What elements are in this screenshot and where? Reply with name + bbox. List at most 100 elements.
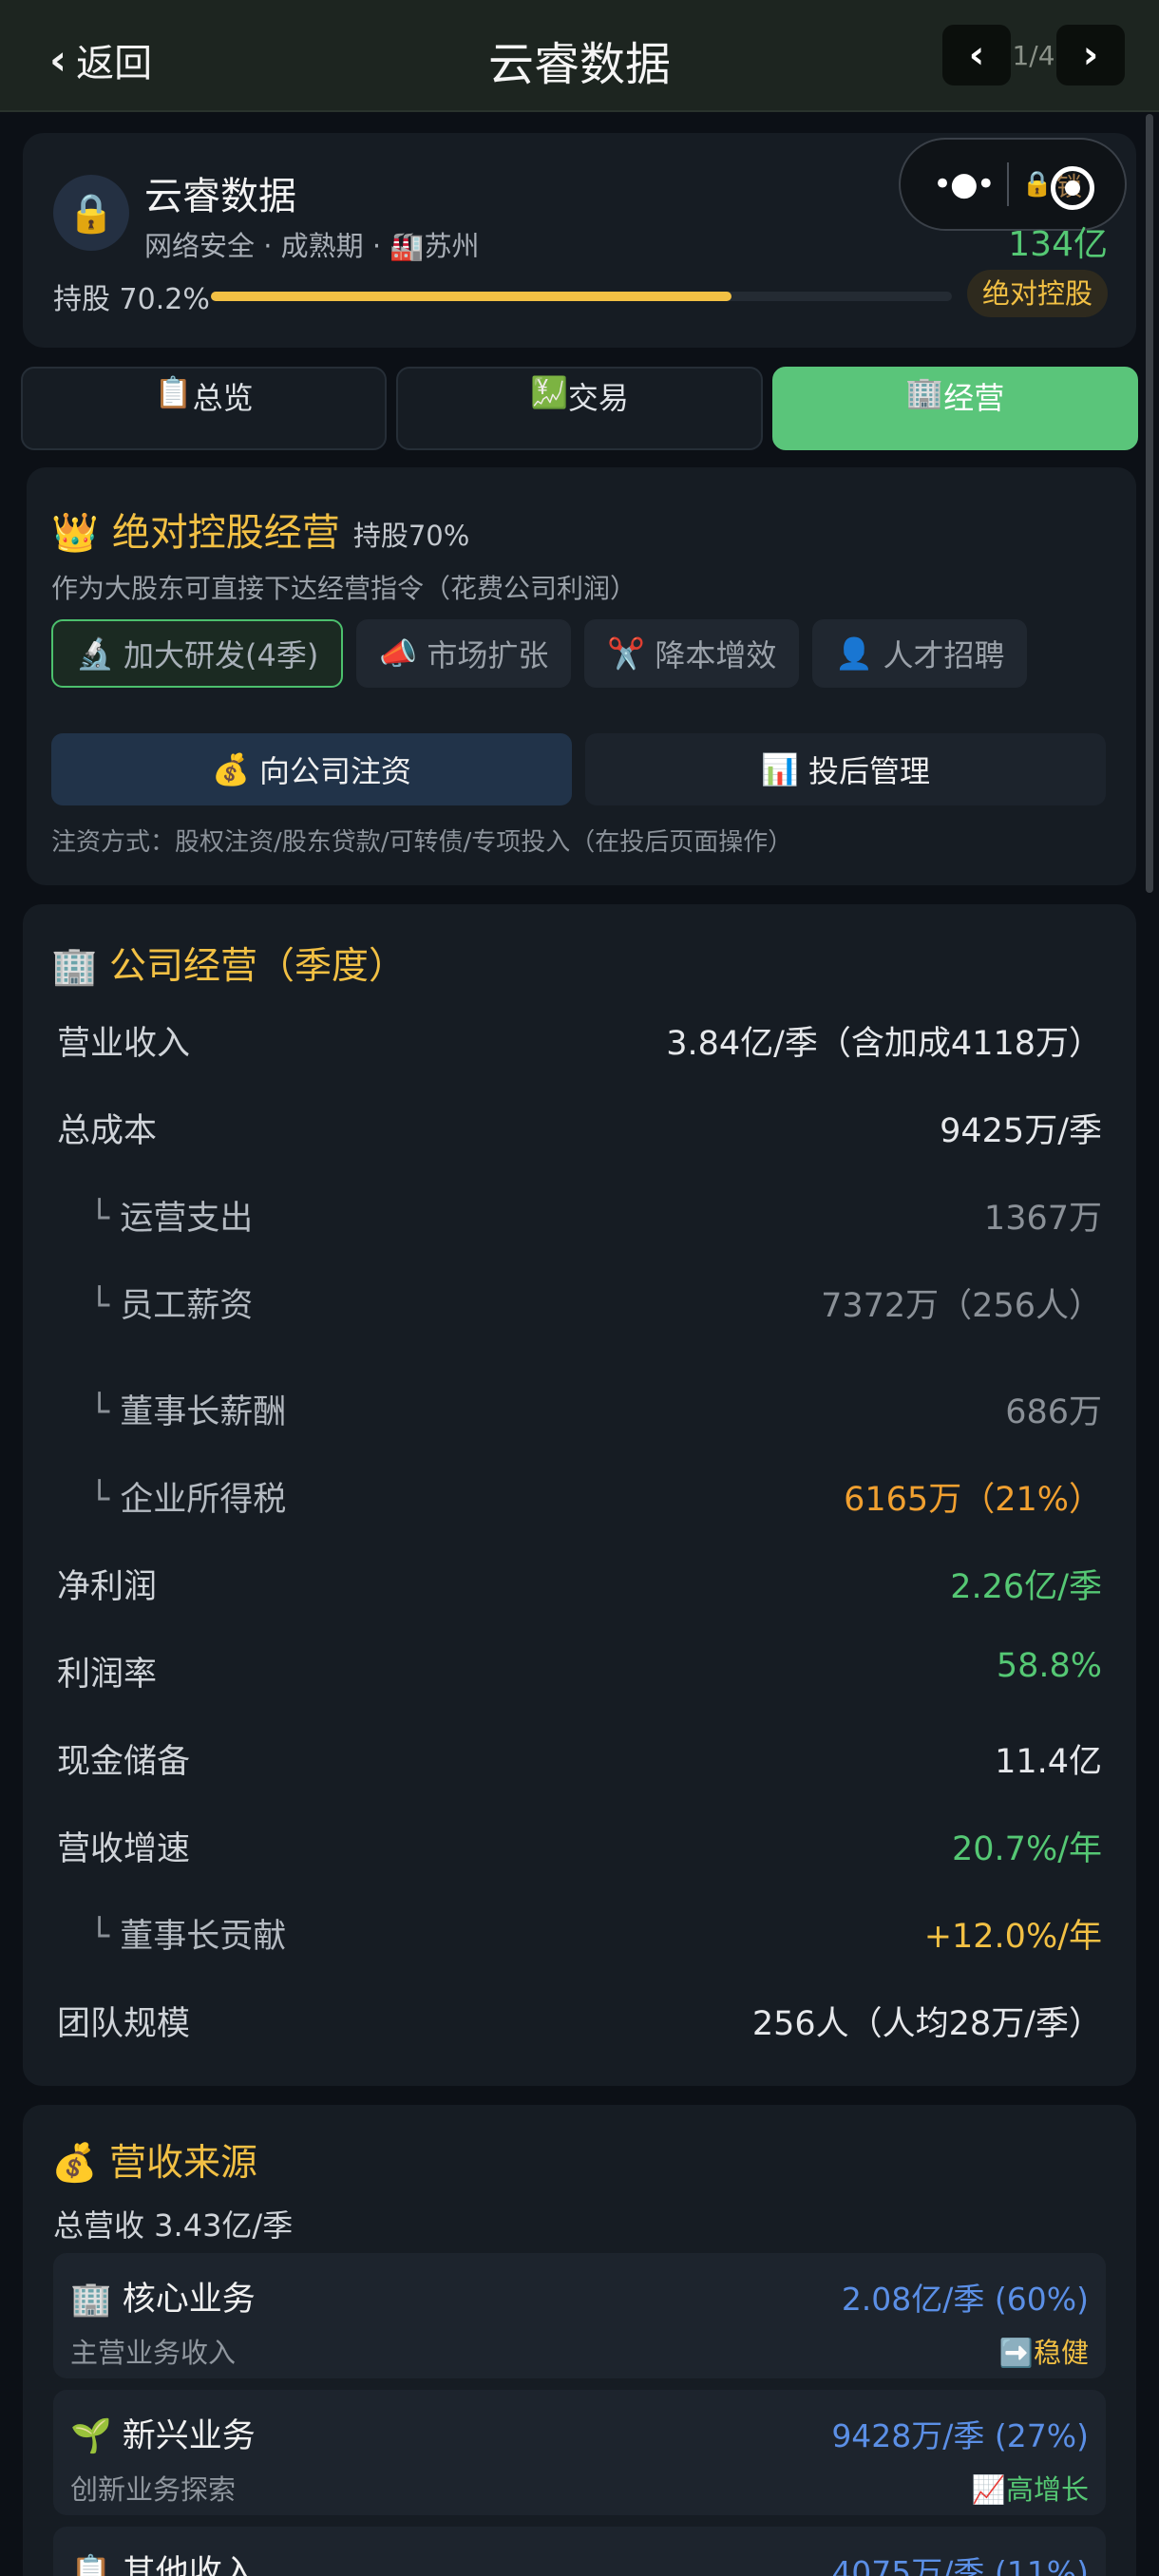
city-label: 苏州 [424, 230, 480, 262]
operations-description: 作为大股东可直接下达经营指令（花费公司利润） [51, 573, 637, 604]
source-name: 📋 其他收入 [70, 2546, 256, 2576]
office-building-icon: 🏢 [70, 2281, 112, 2319]
row-value: 9425万/季 [940, 1112, 1102, 1150]
row-value: 58.8% [996, 1647, 1102, 1685]
source-name-text: 核心业务 [122, 2281, 256, 2319]
bar-chart-icon: 📊 [760, 751, 799, 787]
action-cost-cut-button[interactable]: ✂️ 降本增效 [584, 619, 800, 688]
revenue-title-text: 营收来源 [108, 2142, 257, 2185]
revenue-sources-card: 💰 营收来源 总营收 3.43亿/季 🏢 核心业务 主营业务收入 2.08亿/季… [23, 2105, 1136, 2576]
row-label: 企业所得税 [57, 1472, 286, 1521]
capsule-divider [1006, 162, 1009, 206]
post-investment-label: 投后管理 [808, 753, 931, 789]
row-value: 256人（人均28万/季） [751, 2005, 1102, 2043]
lock-status-icon: 🔒 [1021, 170, 1054, 199]
tab-operations[interactable]: 🏢 经营 [771, 367, 1138, 450]
row-cash: 现金储备 11.4亿 [57, 1734, 1102, 1783]
row-value: 686万 [1005, 1393, 1102, 1431]
row-margin: 利润率 58.8% [57, 1647, 1102, 1695]
row-growth: 营收增速 20.7%/年 [57, 1822, 1102, 1870]
revenue-source-emerging[interactable]: 🌱 新兴业务 创新业务探索 9428万/季 (27%) 📈高增长 [53, 2390, 1106, 2515]
source-desc: 主营业务收入 [70, 2337, 237, 2369]
row-value: 11.4亿 [995, 1743, 1102, 1781]
operations-title-sub: 持股70% [352, 520, 470, 552]
row-value: 20.7%/年 [952, 1830, 1102, 1868]
source-desc: 创新业务探索 [70, 2473, 237, 2506]
row-label: 营收增速 [57, 1830, 191, 1868]
row-label: 现金储备 [57, 1743, 191, 1781]
row-label: 净利润 [57, 1568, 158, 1606]
source-name-text: 新兴业务 [122, 2417, 256, 2455]
holding-progress-fill [211, 292, 732, 301]
lock-icon: 🔒 [53, 175, 129, 251]
money-bag-icon: 💰 [211, 751, 250, 787]
office-building-icon: 🏢 [51, 945, 98, 988]
more-menu-icon[interactable]: •●• [933, 165, 996, 203]
person-icon: 👤 [835, 635, 874, 672]
clipboard-icon: 📋 [154, 374, 193, 410]
source-name: 🌱 新兴业务 [70, 2409, 256, 2457]
stage-label: 成熟期 [280, 230, 364, 262]
revenue-title: 💰 营收来源 [51, 2133, 257, 2187]
company-name: 云睿数据 [144, 175, 296, 218]
arrow-right-icon: ➡️ [998, 2337, 1034, 2369]
row-label: 运营支出 [57, 1191, 253, 1240]
row-net-profit: 净利润 2.26亿/季 [57, 1560, 1102, 1608]
valuation: 134亿 [1008, 225, 1108, 264]
row-revenue: 营业收入 3.84亿/季（含加成4118万） [57, 1016, 1102, 1065]
row-value: 2.26亿/季 [950, 1568, 1102, 1606]
source-tag: 📈高增长 [972, 2468, 1089, 2508]
trend-up-icon: 📈 [971, 2473, 1006, 2506]
source-tag-text: 高增长 [1005, 2473, 1089, 2506]
tab-bar: 📋 总览 💹 交易 🏢 经营 [21, 367, 1138, 450]
operations-title-text: 绝对控股经营 [111, 511, 340, 555]
inject-capital-label: 向公司注资 [259, 753, 412, 789]
row-label: 团队规模 [57, 2005, 191, 2043]
prev-company-button[interactable]: ‹ [942, 25, 1011, 85]
microscope-icon: 🔬 [76, 635, 114, 672]
row-label: 董事长薪酬 [57, 1385, 286, 1433]
capital-buttons: 💰 向公司注资 📊 投后管理 [51, 733, 1106, 805]
close-capsule-icon[interactable] [1051, 166, 1094, 210]
action-rnd-label: 加大研发(4季) [124, 637, 319, 673]
factory-icon: 🏭 [390, 230, 425, 262]
holding-label: 持股 70.2% [53, 283, 210, 316]
next-company-button[interactable]: › [1056, 25, 1125, 85]
tab-overview[interactable]: 📋 总览 [21, 367, 388, 450]
action-cost-cut-label: 降本增效 [655, 637, 777, 673]
row-income-tax: 企业所得税 6165万（21%） [57, 1472, 1102, 1521]
pager: ‹ 1/4 › [942, 25, 1125, 85]
capital-note: 注资方式：股权注资/股东贷款/可转债/专项投入（在投后页面操作） [51, 828, 793, 857]
office-building-icon: 🏢 [905, 374, 944, 410]
source-name: 🏢 核心业务 [70, 2272, 256, 2320]
row-total-cost: 总成本 9425万/季 [57, 1104, 1102, 1152]
control-operations-card: 👑 绝对控股经营 持股70% 作为大股东可直接下达经营指令（花费公司利润） 🔬 … [27, 467, 1136, 885]
action-hire-button[interactable]: 👤 人才招聘 [812, 619, 1028, 688]
tab-trade[interactable]: 💹 交易 [396, 367, 763, 450]
action-rnd-button[interactable]: 🔬 加大研发(4季) [51, 619, 344, 688]
row-salaries: 员工薪资 7372万（256人） [57, 1279, 1102, 1327]
action-market-label: 市场扩张 [427, 637, 549, 673]
row-label: 董事长贡献 [57, 1909, 286, 1958]
company-header-card: 🔒 云睿数据 网络安全 · 成熟期 · 🏭苏州 •●• 🔒 锁 134亿 持股 … [23, 133, 1136, 348]
quarterly-title-text: 公司经营（季度） [108, 945, 406, 988]
operations-title: 👑 绝对控股经营 持股70% [51, 502, 469, 557]
source-amount: 9428万/季 (27%) [831, 2417, 1089, 2454]
holding-progress-bar [211, 292, 952, 301]
post-investment-button[interactable]: 📊 投后管理 [585, 733, 1106, 805]
revenue-total: 总营收 3.43亿/季 [53, 2207, 294, 2244]
company-meta: 网络安全 · 成熟期 · 🏭苏州 [144, 230, 480, 262]
page-indicator: 1/4 [1012, 39, 1055, 71]
action-market-button[interactable]: 📣 市场扩张 [356, 619, 572, 688]
quarterly-title: 🏢 公司经营（季度） [51, 937, 406, 990]
inject-capital-button[interactable]: 💰 向公司注资 [51, 733, 572, 805]
tab-operations-label: 经营 [943, 380, 1005, 416]
row-value: 7372万（256人） [821, 1287, 1102, 1325]
scrollbar[interactable] [1146, 114, 1153, 893]
revenue-source-core[interactable]: 🏢 核心业务 主营业务收入 2.08亿/季 (60%) ➡️稳健 [53, 2253, 1106, 2378]
row-value: 1367万 [983, 1200, 1102, 1238]
revenue-source-other[interactable]: 📋 其他收入 4075万/季 (11%) [53, 2527, 1106, 2576]
source-tag-text: 稳健 [1033, 2337, 1089, 2369]
row-label: 员工薪资 [57, 1279, 253, 1327]
row-chairman-contribution: 董事长贡献 +12.0%/年 [57, 1909, 1102, 1958]
